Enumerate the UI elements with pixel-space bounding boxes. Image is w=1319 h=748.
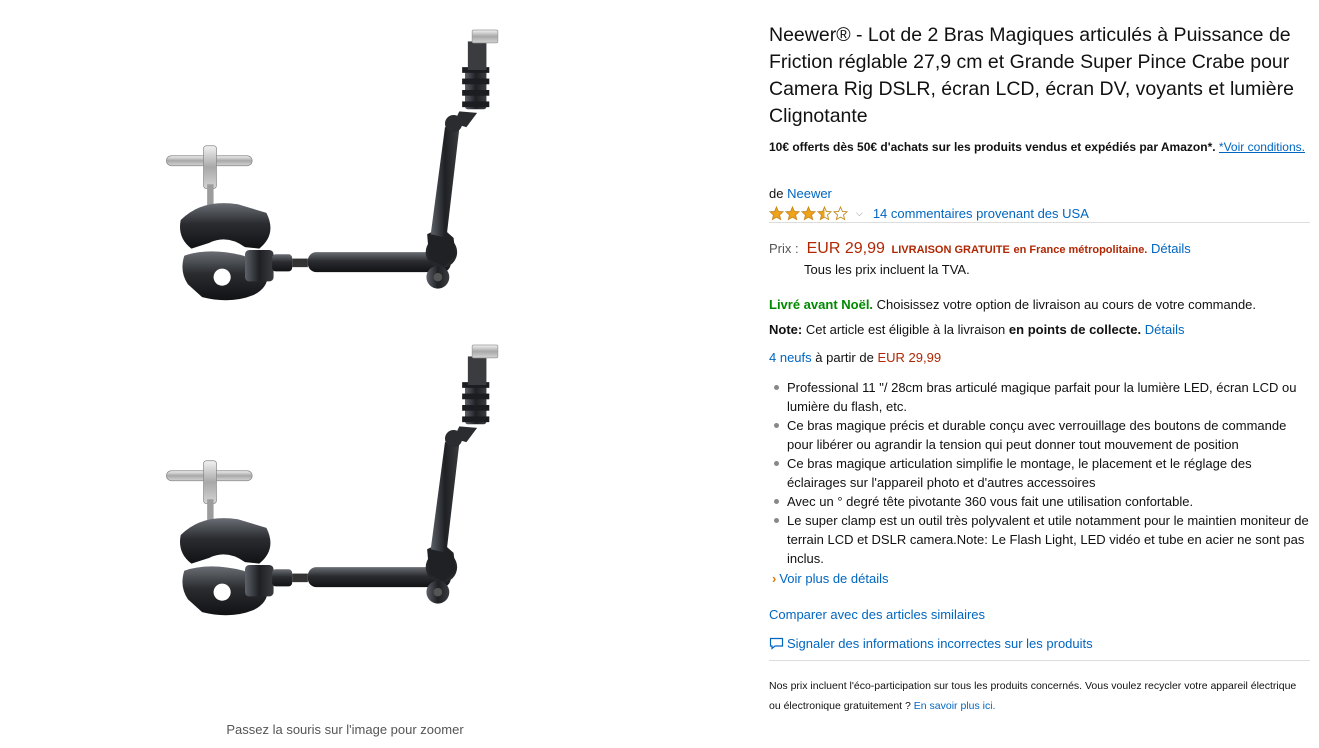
feature-bullet: Professional 11 "/ 28cm bras articulé ma… (769, 378, 1310, 416)
free-shipping-label: Livraison gratuite (891, 244, 1010, 256)
feature-bullet: Ce bras magique précis et durable conçu … (769, 416, 1310, 454)
more-details-link[interactable]: Voir plus de détails (779, 571, 888, 586)
price-row: Prix : EUR 29,99 Livraison gratuite en F… (769, 240, 1191, 258)
image-gallery: Passez la souris sur l'image pour zoomer (0, 0, 745, 748)
delivery-highlight: Livré avant Noël. (769, 297, 874, 312)
eco-participation-note: Nos prix incluent l'éco-participation su… (769, 676, 1310, 716)
shipping-details-link[interactable]: Détails (1151, 241, 1191, 256)
product-title: Neewer® - Lot de 2 Bras Magiques articul… (769, 24, 1294, 127)
product-image-secondary[interactable] (85, 335, 605, 635)
eco-learn-more-link[interactable]: En savoir plus ici. (914, 700, 996, 712)
offers-line: 4 neufs à partir de EUR 29,99 (769, 350, 941, 365)
reviews-link[interactable]: 14 commentaires provenant des USA (873, 206, 1089, 221)
promo-conditions-link[interactable]: *Voir conditions. (1219, 140, 1305, 154)
zoom-hint: Passez la souris sur l'image pour zoomer (226, 722, 464, 737)
feature-bullet: Le super clamp est un outil très polyval… (769, 511, 1310, 568)
note-text: Cet article est éligible à la livraison (805, 322, 1006, 337)
pickup-details-link[interactable]: Détails (1145, 322, 1185, 337)
report-info[interactable]: Signaler des informations incorrectes su… (769, 636, 1093, 651)
rating-stars[interactable] (769, 205, 848, 221)
star-icon (785, 205, 800, 220)
divider (769, 222, 1310, 223)
rating-line: ⌵ 14 commentaires provenant des USA (769, 204, 1089, 222)
price-value: EUR 29,99 (806, 240, 885, 257)
offers-from: à partir de (815, 350, 874, 365)
promo-banner: 10€ offerts dès 50€ d'achats sur les pro… (769, 140, 1305, 154)
note-label: Note: (769, 322, 803, 337)
compare-link[interactable]: Comparer avec des articles similaires (769, 607, 985, 622)
star-icon (833, 205, 848, 220)
promo-text: 10€ offerts dès 50€ d'achats sur les pro… (769, 140, 1216, 154)
feature-bullet: Avec un ° degré tête pivotante 360 vous … (769, 492, 1310, 511)
divider (769, 660, 1310, 661)
chevron-down-icon[interactable]: ⌵ (856, 208, 863, 219)
feature-bullets: Professional 11 "/ 28cm bras articulé ma… (769, 378, 1310, 568)
star-icon (801, 205, 816, 220)
report-link[interactable]: Signaler des informations incorrectes su… (787, 636, 1093, 651)
more-details[interactable]: › Voir plus de détails (772, 571, 888, 586)
delivery-text: Choisissez votre option de livraison au … (876, 297, 1257, 312)
delivery-info: Livré avant Noël. Choisissez votre optio… (769, 297, 1256, 312)
offers-price: EUR 29,99 (877, 350, 942, 365)
chevron-right-icon: › (772, 571, 777, 586)
brand-link[interactable]: Neewer (787, 186, 832, 201)
new-offers-link[interactable]: 4 neufs (769, 350, 812, 365)
pickup-note: Note: Cet article est éligible à la livr… (769, 322, 1184, 337)
note-strong: en points de collecte. (1008, 322, 1142, 337)
brand-prefix: de (769, 186, 784, 201)
star-icon (817, 205, 832, 220)
feature-bullet: Ce bras magique articulation simplifie l… (769, 454, 1310, 492)
tva-note: Tous les prix incluent la TVA. (804, 262, 970, 277)
product-image-main[interactable] (85, 20, 605, 320)
brand-line: de Neewer (769, 186, 832, 201)
eco-text: Nos prix incluent l'éco-participation su… (769, 680, 1297, 712)
star-icon (769, 205, 784, 220)
price-label: Prix : (769, 241, 799, 256)
free-shipping-region: en France métropolitaine. (1013, 244, 1148, 256)
comment-icon (769, 637, 784, 650)
